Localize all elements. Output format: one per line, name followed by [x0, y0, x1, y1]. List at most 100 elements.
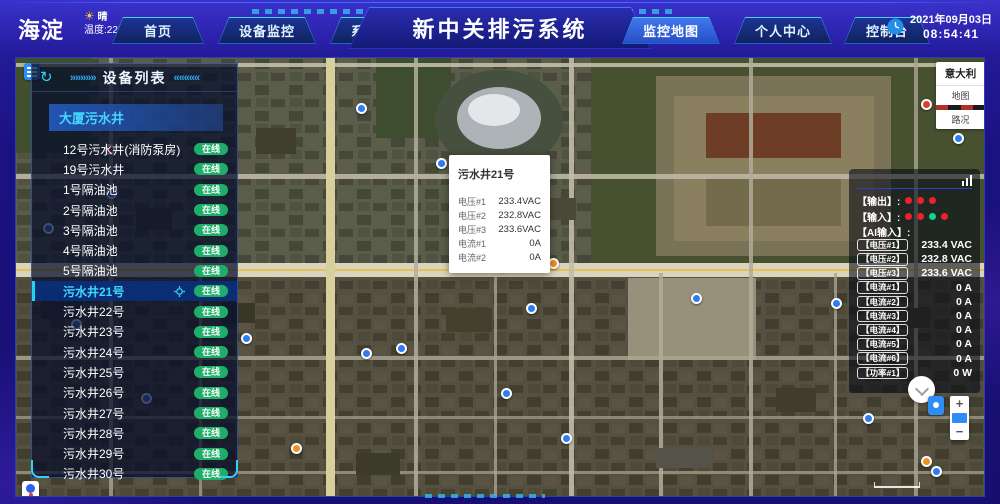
popup-row-value: 0A — [529, 238, 541, 249]
device-label: 污水井21号 — [63, 283, 174, 300]
popup-row-label: 电压#1 — [458, 195, 486, 208]
poi-marker[interactable] — [921, 99, 932, 110]
zoom-out-button[interactable]: − — [950, 424, 969, 440]
device-list-item[interactable]: 4号隔油池在线 — [32, 240, 237, 260]
bar-chart-icon[interactable] — [962, 173, 973, 186]
nav-personal-center-button[interactable]: 个人中心 — [734, 17, 832, 44]
online-badge: 在线 — [194, 448, 228, 460]
district-label: 海淀 — [18, 13, 64, 45]
measurement-value: 0 A — [956, 324, 972, 336]
status-dot-red — [929, 197, 936, 204]
popup-row: 电压#3233.6VAC — [458, 222, 541, 236]
poi-marker[interactable] — [356, 103, 367, 114]
map-type-map-button[interactable]: 地图 — [936, 86, 985, 105]
popup-row-label: 电流#1 — [458, 237, 486, 250]
device-list-item[interactable]: 污水井27号在线 — [32, 403, 237, 423]
sun-icon: ☀ — [84, 9, 95, 23]
measurement-label: 【电流#6】 — [857, 352, 908, 365]
datetime-widget: 2021年09月03日 08:54:41 — [887, 11, 992, 41]
online-badge: 在线 — [194, 326, 228, 338]
online-badge: 在线 — [194, 346, 228, 358]
device-label: 1号隔油池 — [63, 181, 194, 198]
measurement-row: 【电压#3】233.6 VAC — [857, 266, 972, 280]
measurement-value: 0 A — [956, 296, 972, 308]
poi-marker[interactable] — [241, 333, 252, 344]
poi-marker[interactable] — [931, 466, 942, 477]
measurement-value: 0 A — [956, 353, 972, 365]
popup-row-value: 233.6VAC — [498, 224, 541, 235]
device-list-item[interactable]: 污水井23号在线 — [32, 322, 237, 342]
device-label: 5号隔油池 — [63, 262, 194, 279]
poi-marker[interactable] — [396, 343, 407, 354]
map-type-traffic-button[interactable]: 路况 — [936, 110, 985, 129]
device-list-item[interactable]: 19号污水井在线 — [32, 159, 237, 179]
device-list-item[interactable]: 污水井29号在线 — [32, 443, 237, 463]
popup-row-value: 233.4VAC — [498, 196, 541, 207]
nav-device-monitor-button[interactable]: 设备监控 — [218, 17, 316, 44]
measurement-row: 【电压#1】 233.4 VAC — [857, 238, 972, 252]
poi-marker[interactable] — [921, 456, 932, 467]
device-list-item[interactable]: 2号隔油池在线 — [32, 200, 237, 220]
measurement-value: 0 A — [956, 310, 972, 322]
device-label: 19号污水井 — [63, 161, 194, 178]
online-badge: 在线 — [194, 387, 228, 399]
device-list-item[interactable]: 污水井26号在线 — [32, 383, 237, 403]
online-badge: 在线 — [194, 204, 228, 216]
device-list-item[interactable]: 污水井28号在线 — [32, 423, 237, 443]
device-list-item[interactable]: 12号污水井(消防泵房)在线 — [32, 139, 237, 159]
device-list-item[interactable]: 污水井25号在线 — [32, 362, 237, 382]
header-deco-line — [0, 2, 1000, 3]
device-label: 污水井23号 — [63, 323, 194, 340]
poi-marker[interactable] — [526, 303, 537, 314]
refresh-icon[interactable]: ↻ — [40, 68, 53, 86]
measurement-value: 233.4 VAC — [921, 239, 972, 251]
device-list-item[interactable]: 1号隔油池在线 — [32, 180, 237, 200]
online-badge: 在线 — [194, 468, 228, 480]
dashboard-root: 海淀 ☀ 晴 温度:22℃ 首页 设备监控 系统总览 新中关排污系统 监控地图 … — [0, 0, 1000, 504]
input-status-row: 【输入】: — [857, 208, 972, 224]
device-group-header[interactable]: 大厦污水井 — [49, 104, 223, 131]
device-list-item[interactable]: 污水井22号在线 — [32, 301, 237, 321]
nav-home-button[interactable]: 首页 — [112, 17, 204, 44]
map-canvas[interactable]: ↻ »»»»» 设备列表 ««««« 大厦污水井 12号污水井(消防泵房)在线1… — [15, 57, 985, 497]
measurement-label: 【功率#1】 — [857, 367, 908, 380]
poi-marker[interactable] — [561, 433, 572, 444]
device-label: 污水井28号 — [63, 425, 194, 442]
measurement-value: 0 A — [956, 282, 972, 294]
device-label: 污水井30号 — [63, 465, 194, 482]
device-list-item[interactable]: 3号隔油池在线 — [32, 220, 237, 240]
device-list-item[interactable]: 5号隔油池在线 — [32, 261, 237, 281]
nav-monitor-map-button[interactable]: 监控地图 — [622, 17, 720, 44]
deco-arrows-right: ««««« — [174, 72, 200, 84]
measurement-label: 【电压#1】 — [857, 239, 908, 252]
zoom-in-button[interactable]: + — [950, 396, 969, 412]
device-list-title: 设备列表 — [103, 68, 167, 88]
poi-marker[interactable] — [436, 158, 447, 169]
measurement-rows: 【电压#1】233.4 VAC【电压#2】232.8 VAC【电压#3】233.… — [857, 238, 972, 380]
status-dot-red — [905, 197, 912, 204]
app-title-banner: 新中关排污系统 — [349, 7, 651, 49]
device-label: 4号隔油池 — [63, 242, 194, 259]
measurement-row: 【电流#4】0 A — [857, 323, 972, 337]
device-list-item[interactable]: 污水井30号在线 — [32, 464, 237, 484]
device-label: 污水井22号 — [63, 303, 194, 320]
measurement-label: 【电流#1】 — [857, 281, 908, 294]
poi-marker[interactable] — [863, 413, 874, 424]
zoom-slider-handle[interactable] — [952, 413, 967, 423]
status-dot-red — [941, 213, 948, 220]
poi-marker[interactable] — [953, 133, 964, 144]
poi-marker[interactable] — [291, 443, 302, 454]
poi-marker[interactable] — [691, 293, 702, 304]
popup-rows: 电压#1233.4VAC电压#2232.8VAC电压#3233.6VAC电流#1… — [458, 194, 541, 264]
device-list-item[interactable]: 污水井24号在线 — [32, 342, 237, 362]
online-badge: 在线 — [194, 407, 228, 419]
measurement-row: 【电流#5】0 A — [857, 337, 972, 351]
device-list-item[interactable]: 污水井21号在线 — [32, 281, 237, 301]
poi-marker[interactable] — [361, 348, 372, 359]
streetview-icon[interactable] — [928, 396, 944, 415]
poi-marker[interactable] — [831, 298, 842, 309]
poi-marker[interactable] — [501, 388, 512, 399]
well-info-popup: 污水井21号 电压#1233.4VAC电压#2232.8VAC电压#3233.6… — [449, 155, 550, 273]
online-badge: 在线 — [194, 245, 228, 257]
popup-row-value: 0A — [529, 252, 541, 263]
